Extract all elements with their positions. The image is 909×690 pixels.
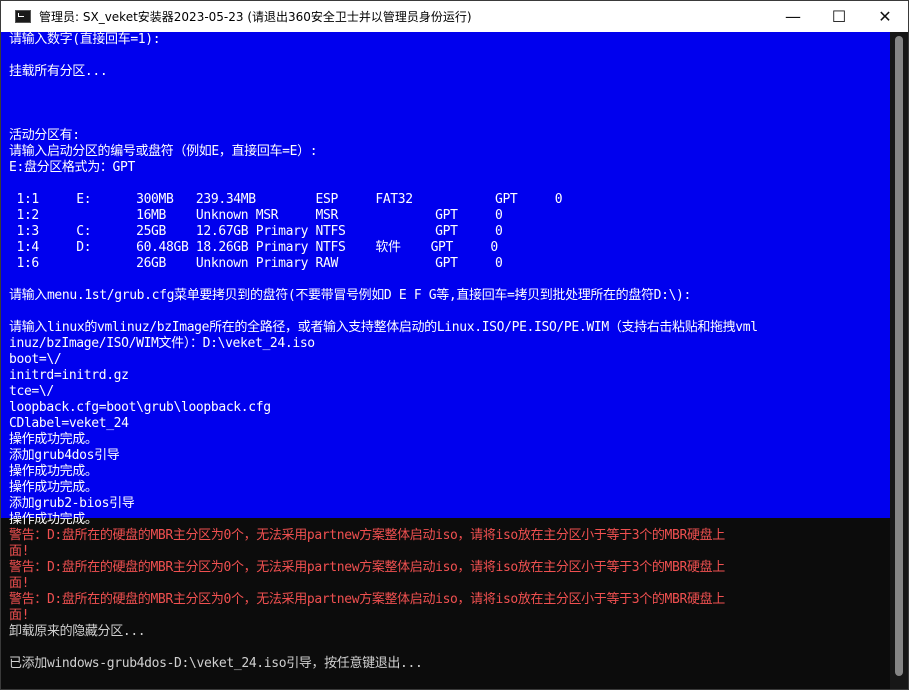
console-line: loopback.cfg=boot\grub\loopback.cfg (9, 400, 271, 415)
console-line: 警告：D:盘所在的硬盘的MBR主分区为0个，无法采用partnew方案整体启动i… (9, 592, 725, 607)
console-line: E:盘分区格式为：GPT (9, 160, 135, 175)
console-line: tce=\/ (9, 384, 54, 399)
console-line: 面! (9, 608, 30, 623)
window-controls: — ☐ ✕ (770, 1, 908, 32)
console-line: 操作成功完成。 (9, 480, 98, 495)
console-line: 请输入数字(直接回车=1): (9, 32, 161, 47)
console-line: 1:4 D: 60.48GB 18.26GB Primary NTFS 软件 G… (9, 240, 498, 255)
window-title: 管理员: SX_veket安装器2023-05-23 (请退出360安全卫士并以… (39, 10, 472, 24)
console-line: initrd=initrd.gz (9, 368, 129, 383)
console-line: inuz/bzImage/ISO/WIM文件）：D:\veket_24.iso (9, 336, 315, 351)
console-line: 操作成功完成。 (9, 512, 98, 527)
console-line: 卸载原来的隐藏分区... (9, 624, 146, 639)
console-line: 警告：D:盘所在的硬盘的MBR主分区为0个，无法采用partnew方案整体启动i… (9, 528, 725, 543)
console-line: 请输入启动分区的编号或盘符（例如E，直接回车=E）: (9, 144, 318, 159)
console-line: 面! (9, 544, 30, 559)
console-line: 面! (9, 576, 30, 591)
title-bar[interactable]: 管理员: SX_veket安装器2023-05-23 (请退出360安全卫士并以… (1, 1, 908, 32)
console-line: 已添加windows-grub4dos-D:\veket_24.iso引导，按任… (9, 656, 423, 671)
console-line: 操作成功完成。 (9, 432, 98, 447)
close-icon[interactable]: ✕ (862, 1, 908, 32)
scrollbar-thumb[interactable] (895, 36, 903, 676)
console-line: 活动分区有: (9, 128, 80, 143)
console-line: 请输入menu.1st/grub.cfg菜单要拷贝到的盘符(不要带冒号例如D E… (9, 288, 692, 303)
maximize-icon[interactable]: ☐ (816, 1, 862, 32)
console-line: 1:1 E: 300MB 239.34MB ESP FAT32 GPT 0 (9, 192, 563, 207)
console-app-icon (15, 10, 31, 23)
console-line: 添加grub4dos引导 (9, 448, 120, 463)
console-window: 管理员: SX_veket安装器2023-05-23 (请退出360安全卫士并以… (0, 0, 909, 690)
console-line: 1:6 26GB Unknown Primary RAW GPT 0 (9, 256, 503, 271)
console-line: 1:3 C: 25GB 12.67GB Primary NTFS GPT 0 (9, 224, 503, 239)
minimize-icon[interactable]: — (770, 1, 816, 32)
console-line: 操作成功完成。 (9, 464, 98, 479)
console-line: 挂载所有分区... (9, 64, 108, 79)
console-line: 请输入linux的vmlinuz/bzImage所在的全路径，或者输入支持整体启… (9, 320, 758, 335)
console-line: 添加grub2-bios引导 (9, 496, 135, 511)
vertical-scrollbar[interactable] (890, 32, 908, 689)
console-lines: 请输入数字(直接回车=1): 挂载所有分区... 活动分区有: 请输入启动分区的编号或… (9, 32, 889, 672)
console-line: boot=\/ (9, 352, 62, 367)
console-line: 警告：D:盘所在的硬盘的MBR主分区为0个，无法采用partnew方案整体启动i… (9, 560, 725, 575)
console-output[interactable]: 请输入数字(直接回车=1): 挂载所有分区... 活动分区有: 请输入启动分区的编号或… (1, 32, 890, 689)
console-line: 1:2 16MB Unknown MSR MSR GPT 0 (9, 208, 503, 223)
console-line: CDlabel=veket_24 (9, 416, 129, 431)
